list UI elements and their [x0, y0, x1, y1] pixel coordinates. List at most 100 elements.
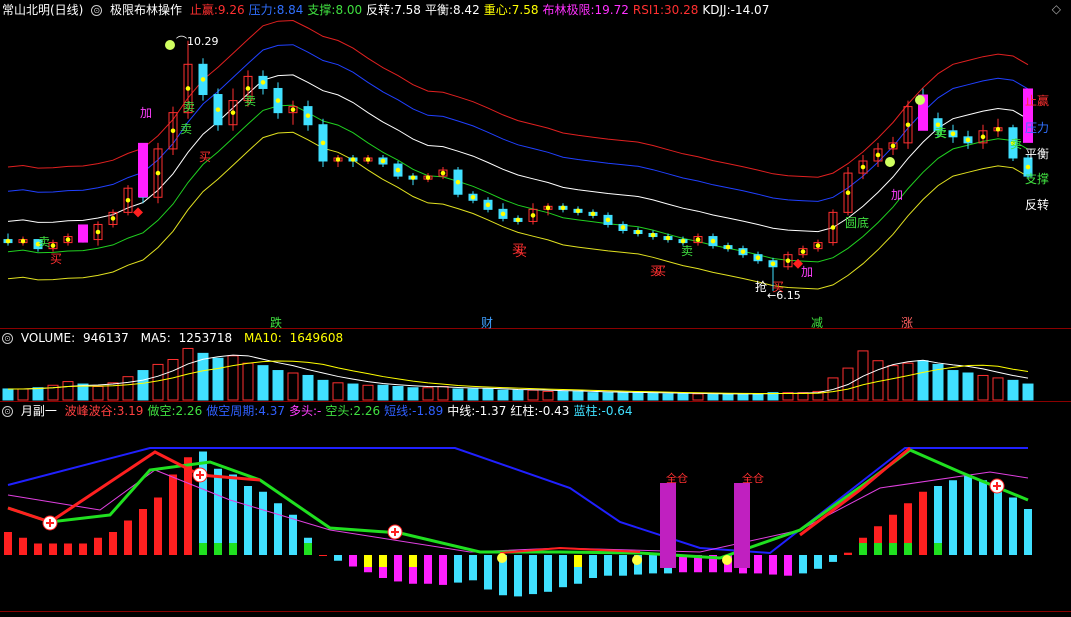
- volume-bar: [62, 381, 74, 401]
- sub-bar: [4, 532, 12, 555]
- apple-icon: [885, 157, 895, 167]
- sub-bar: [439, 555, 447, 585]
- sub-bar: [754, 555, 762, 574]
- sub-indicator-item-label: 中线:: [447, 404, 476, 418]
- sub-bar: [169, 474, 177, 555]
- ma5-label: MA5:: [140, 331, 171, 345]
- sub-bar: [49, 543, 57, 555]
- signal-label: 卖: [38, 235, 51, 249]
- support-line: [7, 104, 1029, 263]
- sub-bar: [244, 486, 252, 555]
- gravity-dot: [815, 243, 821, 248]
- sub-bar: [229, 474, 237, 555]
- cycle-word: 减: [811, 316, 824, 330]
- gravity-dot: [380, 158, 386, 164]
- gravity-dot: [980, 134, 986, 140]
- gravity-dot: [200, 77, 206, 82]
- volume-bar: [587, 392, 599, 401]
- sub-bar: [1024, 509, 1032, 555]
- sub-indicator-item-label: 做空:: [147, 404, 176, 418]
- volume-bar: [17, 388, 29, 401]
- sub-indicator-item: 多头:-: [289, 404, 321, 418]
- gravity-dot: [725, 244, 731, 250]
- gravity-dot: [65, 237, 71, 242]
- sub-settings-icon[interactable]: ⊙: [2, 406, 13, 417]
- volume-settings-icon[interactable]: ⊙: [2, 333, 13, 344]
- sub-bar: [199, 451, 207, 555]
- sub-bar: [469, 555, 477, 581]
- full-position-bar: [734, 483, 750, 568]
- volume-bar: [137, 370, 149, 401]
- gravity-dot: [395, 167, 401, 173]
- volume-bar: [542, 390, 554, 401]
- sub-bar: [619, 555, 627, 576]
- sub-bar: [139, 509, 147, 555]
- volume-bar: [422, 387, 434, 401]
- sub-bar-base: [214, 543, 222, 555]
- gravity-dot: [710, 238, 716, 244]
- cross-marker-icon: [632, 555, 642, 565]
- gravity-dot: [545, 205, 551, 211]
- volume-bar: [887, 365, 899, 401]
- volume-bar: [617, 392, 629, 401]
- cycle-word: 跌: [270, 316, 283, 330]
- gravity-dot: [500, 211, 506, 217]
- full-position-label: 全仓: [666, 472, 688, 485]
- sub-bar: [949, 480, 957, 555]
- signal-label: 卖: [180, 122, 193, 136]
- sub-indicator-item: 空头:2.26: [325, 404, 380, 418]
- volume-bar: [572, 390, 584, 401]
- sub-indicator-item: 中线:-1.37: [447, 404, 506, 418]
- sub-bar: [559, 555, 567, 588]
- signal-label: 圆底: [845, 216, 870, 230]
- volume-bar: [272, 370, 284, 401]
- gravity-dot: [455, 179, 461, 185]
- sub-bar-base: [199, 543, 207, 555]
- sub-indicator-item-value: -1.89: [412, 404, 444, 418]
- gravity-dot: [170, 128, 176, 134]
- sub-header: ⊙ 月副一 波峰波谷:3.19 做空:2.26 做空周期:4.37 多头:- 空头:2.…: [2, 403, 641, 419]
- sub-bar: [769, 555, 777, 575]
- gravity-dot: [785, 258, 791, 264]
- sub-bottom-divider: [0, 611, 1071, 612]
- sub-indicator-item: 短线:-1.89: [384, 404, 443, 418]
- volume-bar: [662, 393, 674, 401]
- gravity-dot: [95, 229, 101, 235]
- signal-label: 买: [199, 150, 212, 164]
- volume-label: VOLUME:: [20, 331, 76, 345]
- apple-icon: [165, 40, 175, 50]
- signal-label: 加: [891, 188, 904, 202]
- volume-bar: [707, 393, 719, 401]
- gravity-dot: [755, 255, 761, 260]
- gravity-dot: [575, 208, 581, 214]
- gravity-dot: [635, 229, 641, 235]
- volume-bar: [947, 370, 959, 401]
- volume-bar: [347, 383, 359, 401]
- sub-bar: [649, 555, 657, 574]
- volume-bar: [482, 388, 494, 401]
- sub-indicator-item-label: 红柱:: [510, 404, 539, 418]
- sub-bar: [154, 497, 162, 555]
- signal-label: 加: [140, 106, 153, 120]
- sub-indicator-name: 月副一: [20, 404, 57, 418]
- gravity-dot: [770, 261, 776, 267]
- sub-bar: [19, 537, 27, 555]
- volume-bar: [2, 388, 14, 401]
- highlight-candle: [78, 224, 88, 243]
- gravity-dot: [1025, 164, 1031, 170]
- volume-bar: [917, 360, 929, 401]
- sub-indicator-item-label: 蓝柱:: [573, 404, 602, 418]
- gravity-dot: [365, 157, 371, 162]
- band-label: 平衡: [1025, 147, 1050, 161]
- sub-bar: [79, 543, 87, 555]
- sub-bar-base: [904, 543, 912, 555]
- gravity-dot: [665, 235, 671, 241]
- volume-bar: [317, 379, 329, 401]
- gravity-dot: [305, 113, 311, 118]
- volume-bar: [152, 363, 164, 401]
- sub-bar: [514, 555, 522, 597]
- volume-bar: [437, 386, 449, 401]
- volume-bar: [857, 350, 869, 401]
- signal-label: 卖: [244, 94, 257, 108]
- gravity-dot: [110, 216, 116, 221]
